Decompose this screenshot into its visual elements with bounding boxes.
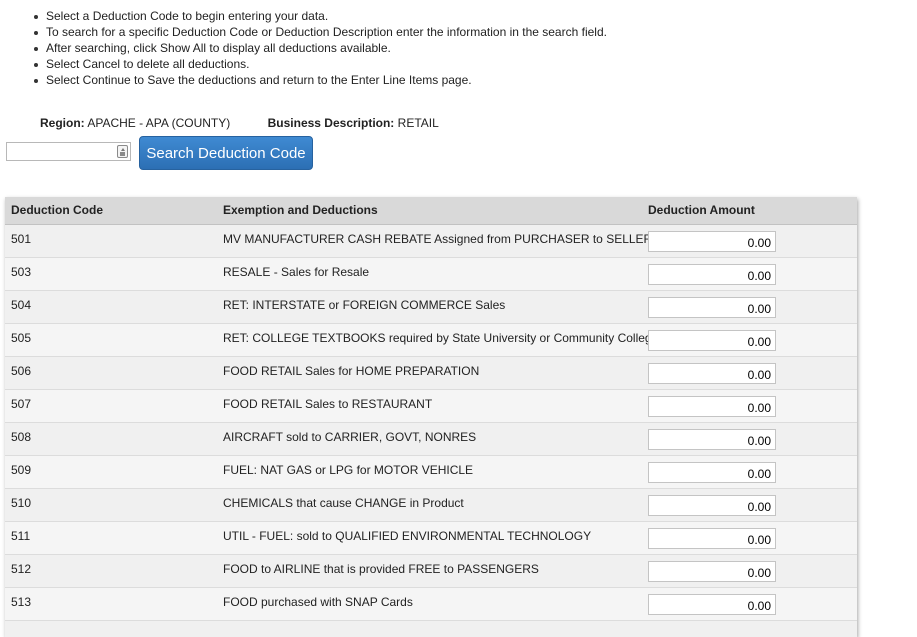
deduction-description-cell: UTIL - FUEL: sold to QUALIFIED ENVIRONME… (223, 529, 592, 543)
table-row: 511 UTIL - FUEL: sold to QUALIFIED ENVIRO… (5, 522, 857, 555)
deduction-amount-input[interactable] (648, 429, 776, 450)
search-input[interactable] (7, 143, 119, 160)
business-value: RETAIL (397, 116, 439, 130)
header-deduction-code: Deduction Code (11, 203, 103, 217)
deduction-description-cell: FUEL: NAT GAS or LPG for MOTOR VEHICLE (223, 463, 474, 477)
business-info: Business Description: RETAIL (268, 116, 439, 130)
deduction-code-cell: 509 (11, 463, 32, 477)
table-row: 510 CHEMICALS that cause CHANGE in Produc… (5, 489, 857, 522)
business-label: Business Description: (267, 116, 395, 130)
deduction-code-cell: 501 (11, 232, 32, 246)
table-row: 509 FUEL: NAT GAS or LPG for MOTOR VEHICL… (5, 456, 857, 489)
deduction-code-cell: 512 (11, 562, 32, 576)
deduction-code-cell: 503 (11, 265, 32, 279)
deduction-amount-input[interactable] (648, 561, 776, 582)
deduction-amount-input[interactable] (648, 363, 776, 384)
deduction-code-cell: 507 (11, 397, 32, 411)
deduction-code-cell: 505 (11, 331, 32, 345)
instruction-item: Select Continue to Save the deductions a… (34, 72, 607, 88)
deduction-amount-input[interactable] (648, 495, 776, 516)
search-deduction-code-button[interactable]: Search Deduction Code (139, 136, 313, 170)
deduction-amount-input[interactable] (648, 297, 776, 318)
deduction-code-cell: 508 (11, 430, 32, 444)
deduction-code-cell: 504 (11, 298, 32, 312)
deduction-code-cell: 511 (11, 529, 31, 543)
deduction-amount-input[interactable] (648, 396, 776, 417)
region-label: Region: (40, 116, 85, 130)
deduction-description-cell: RET: COLLEGE TEXTBOOKS required by State… (223, 331, 659, 345)
deduction-description-cell: FOOD RETAIL Sales for HOME PREPARATION (223, 364, 480, 378)
table-row: 512 FOOD to AIRLINE that is provided FREE… (5, 555, 857, 588)
instruction-item: Select a Deduction Code to begin enterin… (34, 8, 607, 24)
deduction-description-cell: FOOD purchased with SNAP Cards (223, 595, 413, 609)
deduction-amount-input[interactable] (648, 231, 776, 252)
table-row: 505 RET: COLLEGE TEXTBOOKS required by St… (5, 324, 857, 357)
deduction-amount-input[interactable] (648, 528, 776, 549)
region-value: APACHE - APA (COUNTY) (87, 116, 231, 130)
table-row: 501 MV MANUFACTURER CASH REBATE Assigned … (5, 225, 857, 258)
filing-info: Region: APACHE - APA (COUNTY) Business D… (40, 115, 439, 131)
deduction-description-cell: AIRCRAFT sold to CARRIER, GOVT, NONRES (223, 430, 477, 444)
deduction-description-cell: RESALE - Sales for Resale (223, 265, 370, 279)
deduction-amount-input[interactable] (648, 264, 776, 285)
table-row: 513 FOOD purchased with SNAP Cards (5, 588, 857, 621)
region-info: Region: APACHE - APA (COUNTY) (40, 116, 230, 130)
table-row: 508 AIRCRAFT sold to CARRIER, GOVT, NONRE… (5, 423, 857, 456)
table-header: Deduction Code Exemption and Deductions … (5, 197, 857, 225)
deduction-code-cell: 513 (11, 595, 32, 609)
header-deduction-amount: Deduction Amount (648, 203, 755, 217)
deduction-description-cell: FOOD to AIRLINE that is provided FREE to… (223, 562, 539, 576)
deduction-description-cell: CHEMICALS that cause CHANGE in Product (223, 496, 464, 510)
deduction-amount-input[interactable] (648, 462, 776, 483)
deductions-table: Deduction Code Exemption and Deductions … (5, 197, 857, 637)
instruction-item: To search for a specific Deduction Code … (34, 25, 607, 39)
table-body: 501 MV MANUFACTURER CASH REBATE Assigned … (5, 225, 857, 621)
instructions-list: Select a Deduction Code to begin enterin… (0, 8, 607, 88)
deduction-description-cell: RET: INTERSTATE or FOREIGN COMMERCE Sale… (223, 298, 506, 312)
table-row: 503 RESALE - Sales for Resale (5, 258, 857, 291)
instruction-item: After searching, click Show All to displ… (34, 40, 607, 56)
search-field-wrapper[interactable] (6, 142, 131, 161)
keyboard-icon[interactable] (117, 145, 128, 158)
table-row: 504 RET: INTERSTATE or FOREIGN COMMERCE S… (5, 291, 857, 324)
header-exemption-and-deductions: Exemption and Deductions (223, 203, 378, 217)
deduction-amount-input[interactable] (648, 594, 776, 615)
table-row: 506 FOOD RETAIL Sales for HOME PREPARATIO… (5, 357, 857, 390)
deduction-description-cell: FOOD RETAIL Sales to RESTAURANT (223, 397, 433, 411)
instruction-item: Select Cancel to delete all deductions. (34, 56, 607, 72)
deduction-amount-input[interactable] (648, 330, 776, 351)
deduction-description-cell: MV MANUFACTURER CASH REBATE Assigned fro… (223, 232, 653, 246)
table-row: 507 FOOD RETAIL Sales to RESTAURANT (5, 390, 857, 423)
deduction-code-cell: 510 (11, 496, 32, 510)
deduction-code-cell: 506 (11, 364, 32, 378)
